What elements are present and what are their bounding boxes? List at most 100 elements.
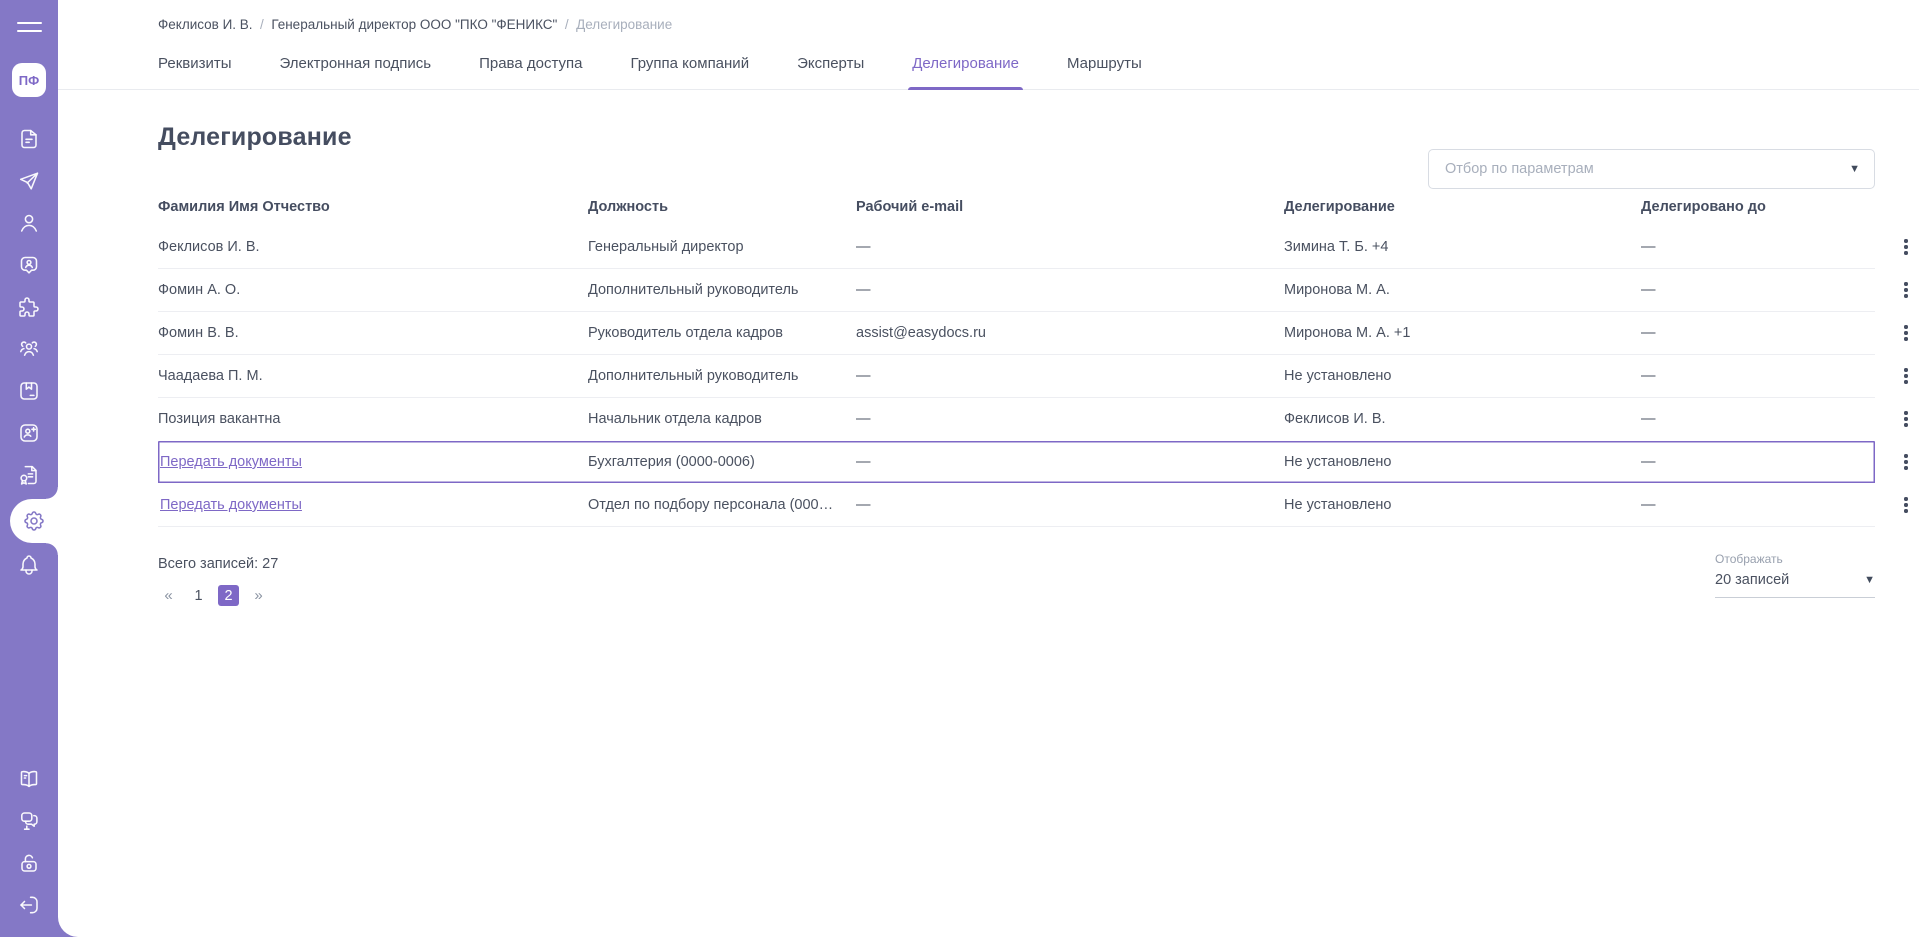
settings-icon[interactable] <box>10 499 58 543</box>
total-records: Всего записей: 27 <box>158 556 1875 572</box>
delegation-cell: Феклисов И. В. <box>1284 411 1641 427</box>
row-actions-kebab-icon[interactable] <box>1893 320 1919 346</box>
page-size-label: Отображать <box>1715 552 1875 566</box>
table-row: Позиция вакантнаНачальник отдела кадров—… <box>158 398 1875 441</box>
employee-name: Позиция вакантна <box>158 411 588 427</box>
tab-2[interactable]: Права доступа <box>479 55 582 89</box>
knowledge-base-icon[interactable] <box>0 767 58 791</box>
tab-bar: Реквизиты Электронная подпись Права доступ… <box>58 55 1919 90</box>
delegated-until-cell: — <box>1641 454 1893 470</box>
email-cell: — <box>856 454 1284 470</box>
employee-name: Феклисов И. В. <box>158 239 588 255</box>
position-cell: Генеральный директор <box>588 239 856 255</box>
chevron-down-icon: ▼ <box>1849 164 1860 175</box>
team-icon[interactable] <box>0 337 58 361</box>
page-title: Делегирование <box>158 123 1875 152</box>
row-actions-kebab-icon[interactable] <box>1893 277 1919 303</box>
tab-5[interactable]: Делегирование <box>912 55 1019 89</box>
email-cell: — <box>856 368 1284 384</box>
email-cell: — <box>856 497 1284 513</box>
table-header-row: Фамилия Имя ОтчествоДолжностьРабочий e-m… <box>158 188 1875 226</box>
add-employee-icon[interactable] <box>0 421 58 445</box>
row-actions-kebab-icon[interactable] <box>1893 363 1919 389</box>
breadcrumb-item[interactable]: Феклисов И. В. <box>158 17 253 32</box>
tab-1[interactable]: Электронная подпись <box>280 55 432 89</box>
breadcrumb: Феклисов И. В. / Генеральный директор ОО… <box>58 0 1919 32</box>
notifications-icon[interactable] <box>0 553 58 577</box>
security-icon[interactable] <box>0 851 58 875</box>
column-header: Делегирование <box>1284 199 1641 215</box>
breadcrumb-separator: / <box>253 17 272 32</box>
main-panel: Феклисов И. В. / Генеральный директор ОО… <box>58 0 1919 937</box>
row-actions-kebab-icon[interactable] <box>1893 234 1919 260</box>
pagination: « 12 » <box>158 585 1875 606</box>
delegation-cell: Не установлено <box>1284 497 1641 513</box>
table-row: Фомин В. В.Руководитель отдела кадровass… <box>158 312 1875 355</box>
delegation-cell: Миронова М. А. +1 <box>1284 325 1641 341</box>
send-icon[interactable] <box>0 169 58 193</box>
certificates-icon[interactable] <box>0 463 58 487</box>
delegation-table: Фамилия Имя ОтчествоДолжностьРабочий e-m… <box>158 188 1875 527</box>
position-cell: Дополнительный руководитель <box>588 368 856 384</box>
delegation-cell: Зимина Т. Б. +4 <box>1284 239 1641 255</box>
delegation-cell: Не установлено <box>1284 454 1641 470</box>
row-actions-kebab-icon[interactable] <box>1893 406 1919 432</box>
delegated-until-cell: — <box>1641 239 1893 255</box>
table-row: Чаадаева П. М.Дополнительный руководител… <box>158 355 1875 398</box>
position-cell: Руководитель отдела кадров <box>588 325 856 341</box>
documents-icon[interactable] <box>0 127 58 151</box>
pagination-page-2[interactable]: 2 <box>218 585 239 606</box>
filter-input[interactable] <box>1443 160 1849 178</box>
column-header: Рабочий e-mail <box>856 199 1284 215</box>
archive-icon[interactable] <box>0 379 58 403</box>
column-header: Должность <box>588 199 856 215</box>
pagination-prev[interactable]: « <box>158 585 179 606</box>
table-row: Передать документыОтдел по подбору персо… <box>158 484 1875 527</box>
profile-icon[interactable] <box>0 211 58 235</box>
tab-0[interactable]: Реквизиты <box>158 55 232 89</box>
position-cell: Начальник отдела кадров <box>588 411 856 427</box>
transfer-documents-link[interactable]: Передать документы <box>158 454 588 470</box>
column-header: Фамилия Имя Отчество <box>158 199 588 215</box>
row-actions-kebab-icon[interactable] <box>1893 492 1919 518</box>
tab-4[interactable]: Эксперты <box>797 55 864 89</box>
breadcrumb-separator: / <box>557 17 576 32</box>
column-header: Делегировано до <box>1641 199 1893 215</box>
breadcrumb-item: Делегирование <box>576 17 672 32</box>
delegation-cell: Миронова М. А. <box>1284 282 1641 298</box>
tab-6[interactable]: Маршруты <box>1067 55 1142 89</box>
employee-name: Фомин В. В. <box>158 325 588 341</box>
position-cell: Дополнительный руководитель <box>588 282 856 298</box>
support-icon[interactable] <box>0 809 58 833</box>
pagination-next[interactable]: » <box>248 585 269 606</box>
delegated-until-cell: — <box>1641 368 1893 384</box>
delegated-until-cell: — <box>1641 497 1893 513</box>
table-row: Фомин А. О.Дополнительный руководитель—М… <box>158 269 1875 312</box>
integrations-icon[interactable] <box>0 295 58 319</box>
tab-3[interactable]: Группа компаний <box>630 55 749 89</box>
filter-dropdown[interactable]: ▼ <box>1428 149 1875 189</box>
logout-icon[interactable] <box>0 893 58 917</box>
row-actions-kebab-icon[interactable] <box>1893 449 1919 475</box>
email-cell: assist@easydocs.ru <box>856 325 1284 341</box>
employee-icon[interactable] <box>0 253 58 277</box>
page-size-value: 20 записей <box>1715 572 1789 588</box>
chevron-down-icon: ▼ <box>1864 575 1875 586</box>
email-cell: — <box>856 239 1284 255</box>
employee-name: Чаадаева П. М. <box>158 368 588 384</box>
page-size-select[interactable]: Отображать 20 записей ▼ <box>1715 552 1875 598</box>
sidebar: ПФ <box>0 0 58 937</box>
position-cell: Отдел по подбору персонала (000… <box>588 497 856 513</box>
pagination-page-1[interactable]: 1 <box>188 585 209 606</box>
transfer-documents-link[interactable]: Передать документы <box>158 497 588 513</box>
user-initials-badge[interactable]: ПФ <box>12 63 46 97</box>
position-cell: Бухгалтерия (0000-0006) <box>588 454 856 470</box>
breadcrumb-item[interactable]: Генеральный директор ООО "ПКО "ФЕНИКС" <box>271 17 557 32</box>
employee-name: Фомин А. О. <box>158 282 588 298</box>
menu-icon[interactable] <box>0 15 58 39</box>
email-cell: — <box>856 282 1284 298</box>
delegated-until-cell: — <box>1641 282 1893 298</box>
table-row: Феклисов И. В.Генеральный директор—Зимин… <box>158 226 1875 269</box>
delegated-until-cell: — <box>1641 325 1893 341</box>
email-cell: — <box>856 411 1284 427</box>
